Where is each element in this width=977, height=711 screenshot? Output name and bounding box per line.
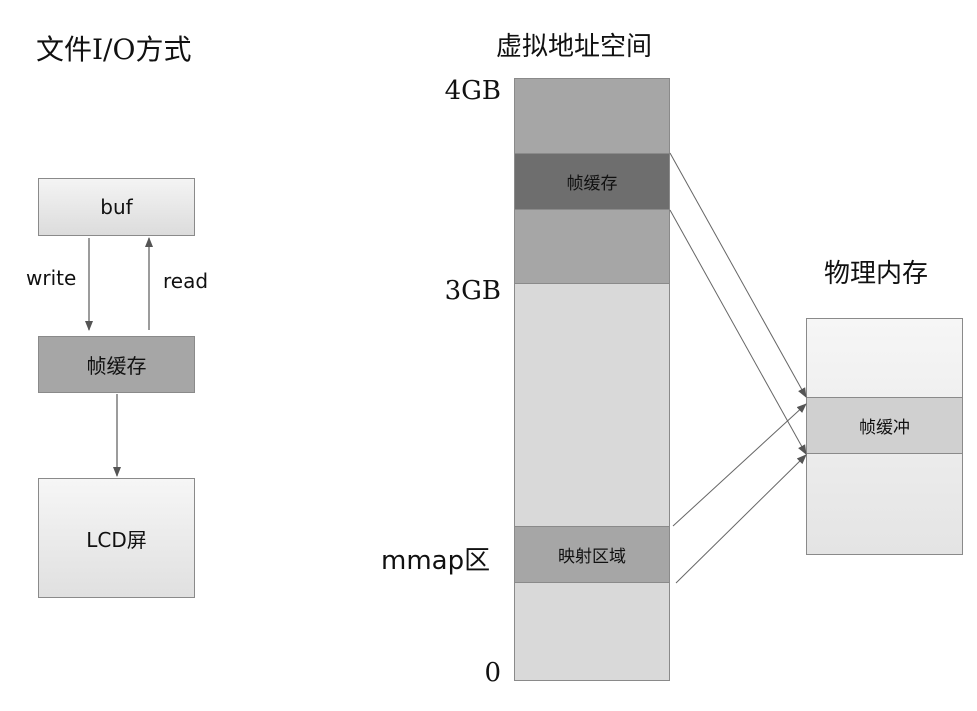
fb-bottom-mapping-arrow [669, 209, 807, 455]
fb-top-mapping-arrow [669, 152, 807, 398]
mmap-bottom-mapping-arrow [675, 454, 807, 584]
arrows-layer [85, 152, 807, 584]
mmap-top-mapping-arrow [672, 403, 807, 527]
